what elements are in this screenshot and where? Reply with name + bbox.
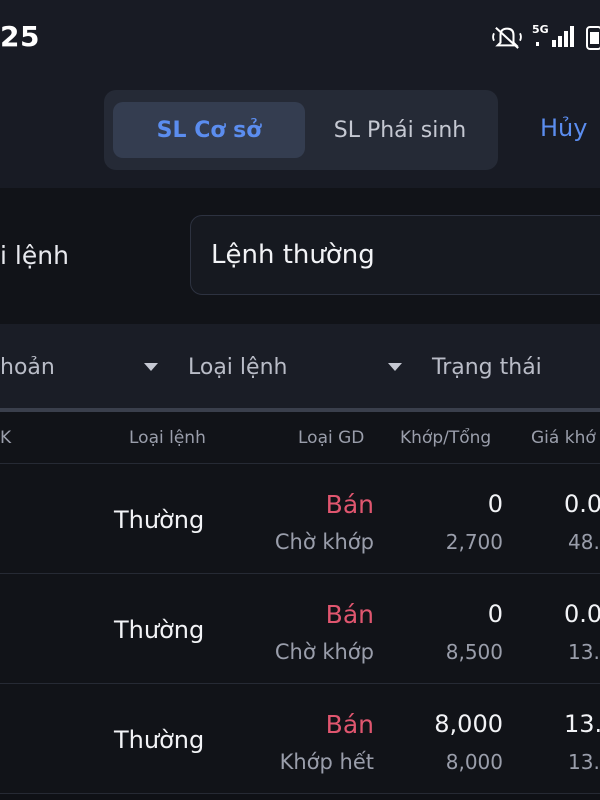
order-status: Chờ khớp (274, 530, 374, 554)
status-dropdown[interactable]: Trạng thái (432, 324, 600, 410)
status-dropdown-label: Trạng thái (432, 354, 542, 380)
table-header: K Loại lệnh Loại GD Khớp/Tổng Giá khớ (0, 412, 600, 464)
matched-price: 0.0 (564, 600, 600, 628)
status-icons: 5G (490, 22, 600, 52)
order-type-filter: i lệnh Lệnh thường (0, 188, 600, 324)
cancel-button[interactable]: Hủy (540, 114, 587, 142)
tab-base-securities[interactable]: SL Cơ sở (113, 102, 305, 158)
account-dropdown-label: hoản (0, 354, 55, 380)
order-type: Thường (114, 726, 205, 754)
table-row[interactable]: Thường Bán Chờ khớp 0 8,500 0.0 13.4 (0, 574, 600, 684)
column-header: Loại GD (298, 428, 365, 448)
total-quantity: 8,500 (445, 640, 503, 664)
table-row[interactable]: Thường Bán Chờ khớp 0 2,700 0.0 48. (0, 464, 600, 574)
matched-quantity: 8,000 (434, 710, 503, 738)
order-kind-dropdown-label: Loại lệnh (188, 354, 288, 380)
status-time: 25 (0, 20, 40, 53)
order-price: 13.4 (568, 640, 600, 664)
matched-quantity: 0 (487, 490, 503, 518)
order-status: Chờ khớp (274, 640, 374, 664)
order-status: Khớp hết (279, 750, 374, 774)
matched-price: 13.4 (564, 710, 600, 738)
segmented-tabs: SL Cơ sở SL Phái sinh (104, 90, 498, 170)
header: SL Cơ sở SL Phái sinh Hủy (0, 70, 600, 188)
battery-icon (586, 26, 600, 50)
chevron-down-icon (388, 363, 402, 371)
matched-quantity: 0 (487, 600, 503, 628)
dropdown-row: hoản Loại lệnh Trạng thái (0, 324, 600, 410)
filter-label: i lệnh (0, 241, 69, 270)
trade-side: Bán (325, 490, 374, 519)
column-header: Loại lệnh (129, 428, 206, 448)
order-price: 13.4 (568, 750, 600, 774)
chevron-down-icon (144, 363, 158, 371)
tab-derivatives[interactable]: SL Phái sinh (310, 102, 490, 158)
total-quantity: 2,700 (445, 530, 503, 554)
matched-price: 0.0 (564, 490, 600, 518)
column-header: Khớp/Tổng (400, 428, 492, 448)
table-row[interactable]: Thường Bán Khớp hết 8,000 8,000 13.4 13.… (0, 684, 600, 794)
signal-icon: 5G (532, 23, 578, 51)
order-type-select[interactable]: Lệnh thường (190, 215, 600, 295)
order-type: Thường (114, 506, 205, 534)
trade-side: Bán (325, 600, 374, 629)
status-bar: 25 5G (0, 0, 600, 70)
order-type-select-value: Lệnh thường (211, 240, 375, 270)
mute-icon (492, 26, 522, 49)
trade-side: Bán (325, 710, 374, 739)
total-quantity: 8,000 (445, 750, 503, 774)
account-dropdown[interactable]: hoản (0, 324, 170, 410)
order-price: 48. (568, 530, 600, 554)
order-kind-dropdown[interactable]: Loại lệnh (188, 324, 413, 410)
column-header: Giá khớ (531, 428, 596, 448)
column-header: K (0, 428, 12, 448)
order-type: Thường (114, 616, 205, 644)
